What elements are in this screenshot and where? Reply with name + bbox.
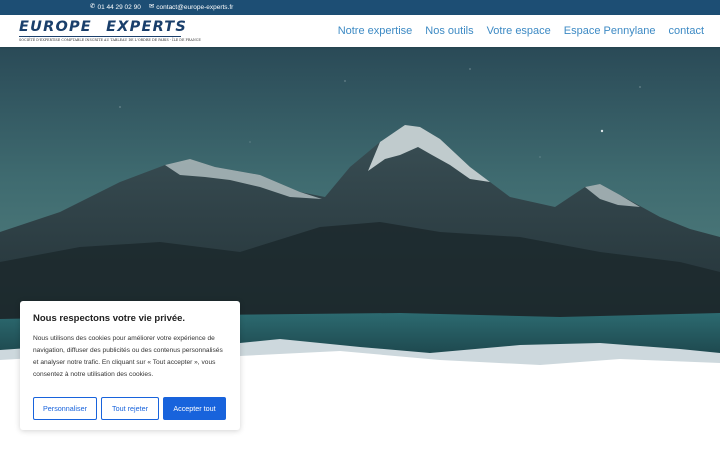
cookie-description: Nous utilisons des cookies pour améliore… <box>33 335 223 378</box>
nav-item-espace-pennylane[interactable]: Espace Pennylane <box>564 25 656 37</box>
nav-item-votre-espace[interactable]: Votre espace <box>487 25 551 37</box>
top-bar: ✆ 01 44 29 02 90 ✉ contact@europe-expert… <box>0 0 720 15</box>
main-nav: Notre expertise Nos outils Votre espace … <box>338 15 704 47</box>
phone-icon: ✆ <box>90 3 96 11</box>
nav-item-nos-outils[interactable]: Nos outils <box>425 25 473 37</box>
accept-all-button[interactable]: Accepter tout <box>163 397 226 420</box>
cookie-title: Nous respectons votre vie privée. <box>33 313 186 324</box>
logo-subtitle: SOCIÉTÉ D'EXPERTISE COMPTABLE INSCRITE A… <box>19 38 201 42</box>
phone-link[interactable]: ✆ 01 44 29 02 90 <box>90 4 141 11</box>
reject-all-button[interactable]: Tout rejeter <box>101 397 159 420</box>
site-header: EUROPE EXPERTS SOCIÉTÉ D'EXPERTISE COMPT… <box>0 15 720 47</box>
envelope-icon: ✉ <box>148 3 155 11</box>
cookie-consent-banner: Nous respectons votre vie privée. Nous u… <box>20 301 240 430</box>
logo-title: EUROPE EXPERTS <box>19 19 188 35</box>
email-link[interactable]: ✉ contact@europe-experts.fr <box>149 4 234 11</box>
site-logo[interactable]: EUROPE EXPERTS SOCIÉTÉ D'EXPERTISE COMPT… <box>19 19 201 44</box>
customize-button[interactable]: Personnaliser <box>33 397 97 420</box>
phone-number: 01 44 29 02 90 <box>97 4 141 11</box>
nav-item-contact[interactable]: contact <box>669 25 704 37</box>
nav-item-notre-expertise[interactable]: Notre expertise <box>338 25 413 37</box>
cookie-button-group: Personnaliser Tout rejeter Accepter tout <box>33 397 226 420</box>
email-address: contact@europe-experts.fr <box>156 4 234 11</box>
logo-underline <box>19 36 181 37</box>
